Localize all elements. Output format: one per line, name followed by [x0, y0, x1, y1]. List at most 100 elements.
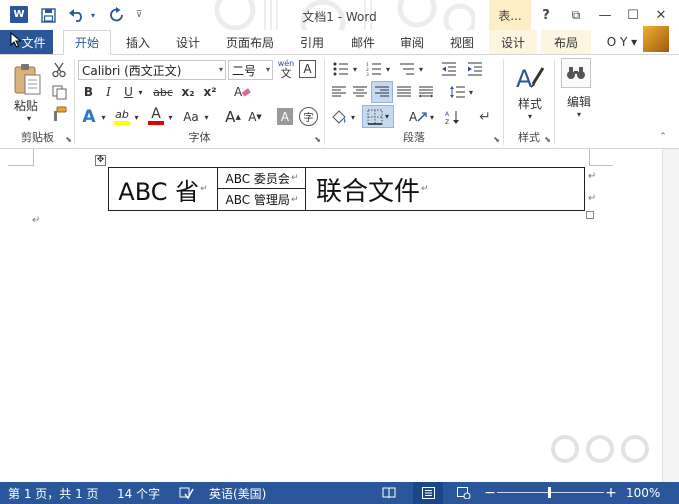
- copy-icon[interactable]: [49, 83, 69, 101]
- vertical-scrollbar[interactable]: [662, 149, 679, 482]
- strikethrough-button[interactable]: abc: [150, 83, 176, 101]
- clipboard-launcher-icon[interactable]: ⬊: [65, 135, 72, 144]
- tab-references[interactable]: 引用: [289, 30, 335, 54]
- font-launcher-icon[interactable]: ⬊: [314, 135, 321, 144]
- read-mode-icon[interactable]: [380, 485, 398, 501]
- close-button[interactable]: ✕: [648, 4, 674, 26]
- font-color-dropdown-icon[interactable]: ▾: [166, 107, 175, 127]
- paragraph-launcher-icon[interactable]: ⬊: [493, 135, 500, 144]
- tab-page-layout[interactable]: 页面布局: [218, 30, 282, 54]
- styles-icon[interactable]: A: [514, 61, 546, 93]
- document-canvas[interactable]: ✥ ABC 省 ↵ ABC 委员会 ↵ ABC 管理局 ↵ 联合文件 ↵ ↵ ↵ ↵: [0, 149, 679, 482]
- show-formatting-marks-icon[interactable]: ↵: [475, 107, 495, 127]
- italic-button[interactable]: I: [100, 83, 117, 101]
- underline-button[interactable]: U: [120, 83, 137, 101]
- increase-indent-icon[interactable]: [464, 60, 486, 78]
- editing-button[interactable]: 编辑: [558, 93, 600, 110]
- paste-icon[interactable]: [10, 61, 44, 97]
- clear-formatting-icon[interactable]: A: [231, 83, 253, 101]
- styles-dropdown-icon[interactable]: ▾: [525, 111, 535, 121]
- ribbon-display-options-button[interactable]: ⧉: [563, 4, 589, 26]
- tab-table-design[interactable]: 设计: [489, 30, 537, 54]
- styles-button[interactable]: 样式: [509, 95, 551, 112]
- multilevel-list-icon[interactable]: [396, 60, 418, 78]
- paste-button[interactable]: 粘贴: [8, 97, 44, 114]
- find-binoculars-icon[interactable]: [561, 58, 591, 88]
- tab-mailings[interactable]: 邮件: [340, 30, 386, 54]
- avatar[interactable]: [643, 26, 669, 52]
- collapse-ribbon-icon[interactable]: ⌃: [656, 131, 670, 143]
- zoom-in-button[interactable]: +: [605, 485, 617, 501]
- text-effects-icon[interactable]: A: [79, 107, 99, 127]
- tab-insert[interactable]: 插入: [115, 30, 161, 54]
- subscript-button[interactable]: x₂: [179, 83, 197, 101]
- styles-launcher-icon[interactable]: ⬊: [544, 135, 551, 144]
- bullets-icon[interactable]: [330, 60, 352, 78]
- table-cell-joint-document[interactable]: 联合文件 ↵: [306, 168, 584, 210]
- align-left-icon[interactable]: [329, 83, 349, 101]
- editing-dropdown-icon[interactable]: ▾: [574, 109, 584, 119]
- table-resize-handle[interactable]: [586, 211, 594, 219]
- table-cell-bureau[interactable]: ABC 管理局 ↵: [218, 189, 306, 210]
- distributed-icon[interactable]: [416, 83, 436, 101]
- numbering-dropdown-icon[interactable]: ▾: [384, 60, 392, 78]
- table-tools-contextual-tab[interactable]: 表...: [489, 0, 531, 30]
- change-case-button[interactable]: Aa: [180, 107, 202, 127]
- table-move-handle[interactable]: ✥: [95, 155, 106, 166]
- grow-font-button[interactable]: A ▲: [224, 107, 242, 127]
- font-size-combo[interactable]: 二号 ▾: [228, 60, 273, 80]
- account-menu[interactable]: O Y ▾: [603, 30, 641, 54]
- font-color-icon[interactable]: A: [146, 105, 166, 127]
- change-case-dropdown-icon[interactable]: ▾: [202, 107, 211, 127]
- table-cell-organizations[interactable]: ABC 委员会 ↵ ABC 管理局 ↵: [218, 168, 306, 210]
- tab-review[interactable]: 审阅: [389, 30, 435, 54]
- page-count[interactable]: 第 1 页，共 1 页: [8, 485, 99, 501]
- character-shading-button[interactable]: A: [277, 108, 293, 125]
- table-cell-province[interactable]: ABC 省 ↵: [109, 168, 218, 210]
- tab-design[interactable]: 设计: [165, 30, 211, 54]
- tab-view[interactable]: 视图: [439, 30, 485, 54]
- shrink-font-button[interactable]: A ▼: [246, 107, 264, 127]
- tab-table-layout[interactable]: 布局: [541, 30, 591, 54]
- underline-dropdown-icon[interactable]: ▾: [136, 83, 145, 101]
- superscript-button[interactable]: x²: [201, 83, 219, 101]
- document-table[interactable]: ABC 省 ↵ ABC 委员会 ↵ ABC 管理局 ↵ 联合文件 ↵: [108, 167, 585, 211]
- shading-icon[interactable]: [329, 107, 349, 127]
- help-button[interactable]: ?: [533, 4, 559, 26]
- align-right-icon[interactable]: [371, 81, 393, 103]
- multilevel-dropdown-icon[interactable]: ▾: [417, 60, 425, 78]
- text-effects-dropdown-icon[interactable]: ▾: [99, 107, 108, 127]
- format-painter-icon[interactable]: [49, 105, 69, 123]
- chinese-layout-icon[interactable]: A: [407, 107, 429, 127]
- phonetic-guide-icon[interactable]: wén 文: [276, 58, 296, 80]
- bold-button[interactable]: B: [80, 83, 97, 101]
- maximize-button[interactable]: ☐: [620, 4, 646, 26]
- proofing-icon[interactable]: [177, 485, 195, 501]
- character-border-icon[interactable]: A: [299, 60, 316, 78]
- minimize-button[interactable]: —: [592, 4, 618, 26]
- cut-icon[interactable]: [49, 61, 69, 79]
- numbering-icon[interactable]: 123: [363, 60, 385, 78]
- table-cell-committee[interactable]: ABC 委员会 ↵: [218, 168, 306, 189]
- highlight-dropdown-icon[interactable]: ▾: [132, 107, 141, 127]
- line-spacing-dropdown-icon[interactable]: ▾: [467, 83, 475, 101]
- paste-dropdown-icon[interactable]: ▾: [24, 113, 34, 123]
- tab-file[interactable]: 文件: [0, 30, 53, 54]
- language-indicator[interactable]: 英语(美国): [209, 485, 266, 501]
- justify-icon[interactable]: [394, 83, 414, 101]
- enclose-characters-button[interactable]: 字: [299, 107, 318, 126]
- shading-dropdown-icon[interactable]: ▾: [349, 107, 357, 127]
- align-center-icon[interactable]: [350, 83, 370, 101]
- print-layout-icon[interactable]: [413, 482, 443, 504]
- borders-icon[interactable]: ▾: [362, 105, 394, 128]
- bullets-dropdown-icon[interactable]: ▾: [351, 60, 359, 78]
- zoom-out-button[interactable]: −: [484, 485, 496, 501]
- tab-home[interactable]: 开始: [63, 30, 111, 55]
- font-name-combo[interactable]: Calibri (西文正文) ▾: [78, 60, 226, 80]
- zoom-level[interactable]: 100%: [626, 485, 660, 501]
- chinese-layout-dropdown-icon[interactable]: ▾: [428, 107, 436, 127]
- word-count[interactable]: 14 个字: [117, 485, 160, 501]
- sort-icon[interactable]: AZ: [443, 107, 463, 127]
- line-spacing-icon[interactable]: [447, 83, 467, 101]
- decrease-indent-icon[interactable]: [438, 60, 460, 78]
